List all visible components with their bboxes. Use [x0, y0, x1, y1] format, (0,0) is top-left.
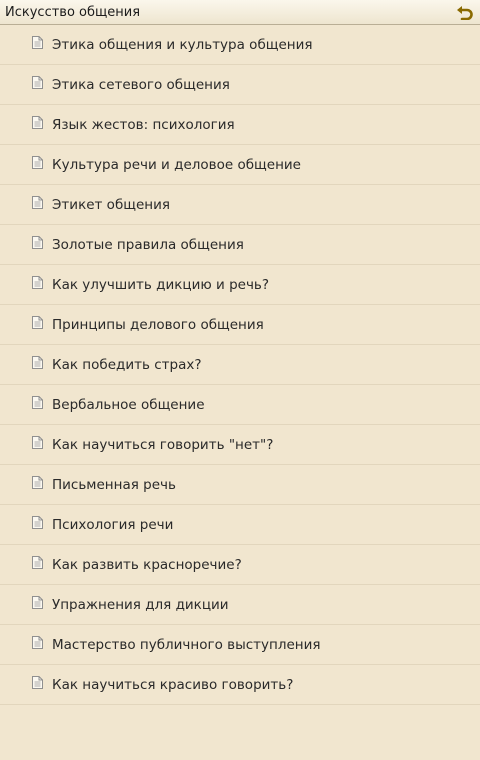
page-title: Искусство общения	[5, 4, 141, 20]
list-item-label: Как научиться говорить "нет"?	[52, 436, 274, 453]
list-item-label: Упражнения для дикции	[52, 596, 229, 613]
list-item[interactable]: Принципы делового общения	[0, 305, 480, 345]
list-item[interactable]: Как научиться говорить "нет"?	[0, 425, 480, 465]
list-item-label: Принципы делового общения	[52, 316, 264, 333]
list-item[interactable]: Этика общения и культура общения	[0, 25, 480, 65]
title-bar: Искусство общения	[0, 0, 480, 25]
list-item[interactable]: Как улучшить дикцию и речь?	[0, 265, 480, 305]
list-item[interactable]: Мастерство публичного выступления	[0, 625, 480, 665]
list-item[interactable]: Упражнения для дикции	[0, 585, 480, 625]
list-item-label: Этика общения и культура общения	[52, 36, 313, 53]
list-item-label: Письменная речь	[52, 476, 176, 493]
document-icon	[32, 235, 44, 250]
document-icon	[32, 515, 44, 530]
document-icon	[32, 315, 44, 330]
list-item-label: Мастерство публичного выступления	[52, 636, 321, 653]
list-item[interactable]: Культура речи и деловое общение	[0, 145, 480, 185]
list-item[interactable]: Этика сетевого общения	[0, 65, 480, 105]
document-icon	[32, 35, 44, 50]
list-item[interactable]: Этикет общения	[0, 185, 480, 225]
list-item-label: Культура речи и деловое общение	[52, 156, 301, 173]
app-window: Искусство общения Этика общения и культу…	[0, 0, 480, 760]
list-item-label: Как улучшить дикцию и речь?	[52, 276, 270, 293]
document-icon	[32, 395, 44, 410]
list-item[interactable]: Письменная речь	[0, 465, 480, 505]
list-item[interactable]: Вербальное общение	[0, 385, 480, 425]
document-icon	[32, 75, 44, 90]
document-icon	[32, 155, 44, 170]
list-item-label: Вербальное общение	[52, 396, 205, 413]
list-item[interactable]: Как победить страх?	[0, 345, 480, 385]
document-icon	[32, 555, 44, 570]
article-list: Этика общения и культура общения Этика с…	[0, 25, 480, 705]
document-icon	[32, 115, 44, 130]
list-item[interactable]: Золотые правила общения	[0, 225, 480, 265]
document-icon	[32, 475, 44, 490]
document-icon	[32, 435, 44, 450]
list-item-label: Как научиться красиво говорить?	[52, 676, 294, 693]
document-icon	[32, 675, 44, 690]
list-item-label: Этикет общения	[52, 196, 171, 213]
list-item[interactable]: Как развить красноречие?	[0, 545, 480, 585]
list-item-label: Психология речи	[52, 516, 174, 533]
document-icon	[32, 195, 44, 210]
document-icon	[32, 275, 44, 290]
document-icon	[32, 355, 44, 370]
list-item-label: Язык жестов: психология	[52, 116, 235, 133]
list-item[interactable]: Психология речи	[0, 505, 480, 545]
list-item[interactable]: Язык жестов: психология	[0, 105, 480, 145]
list-item-label: Этика сетевого общения	[52, 76, 230, 93]
list-item-label: Как победить страх?	[52, 356, 202, 373]
undo-arrow-icon	[457, 6, 473, 20]
list-item-label: Золотые правила общения	[52, 236, 244, 253]
back-button[interactable]	[454, 2, 476, 22]
list-item-label: Как развить красноречие?	[52, 556, 242, 573]
document-icon	[32, 635, 44, 650]
list-item[interactable]: Как научиться красиво говорить?	[0, 665, 480, 705]
document-icon	[32, 595, 44, 610]
